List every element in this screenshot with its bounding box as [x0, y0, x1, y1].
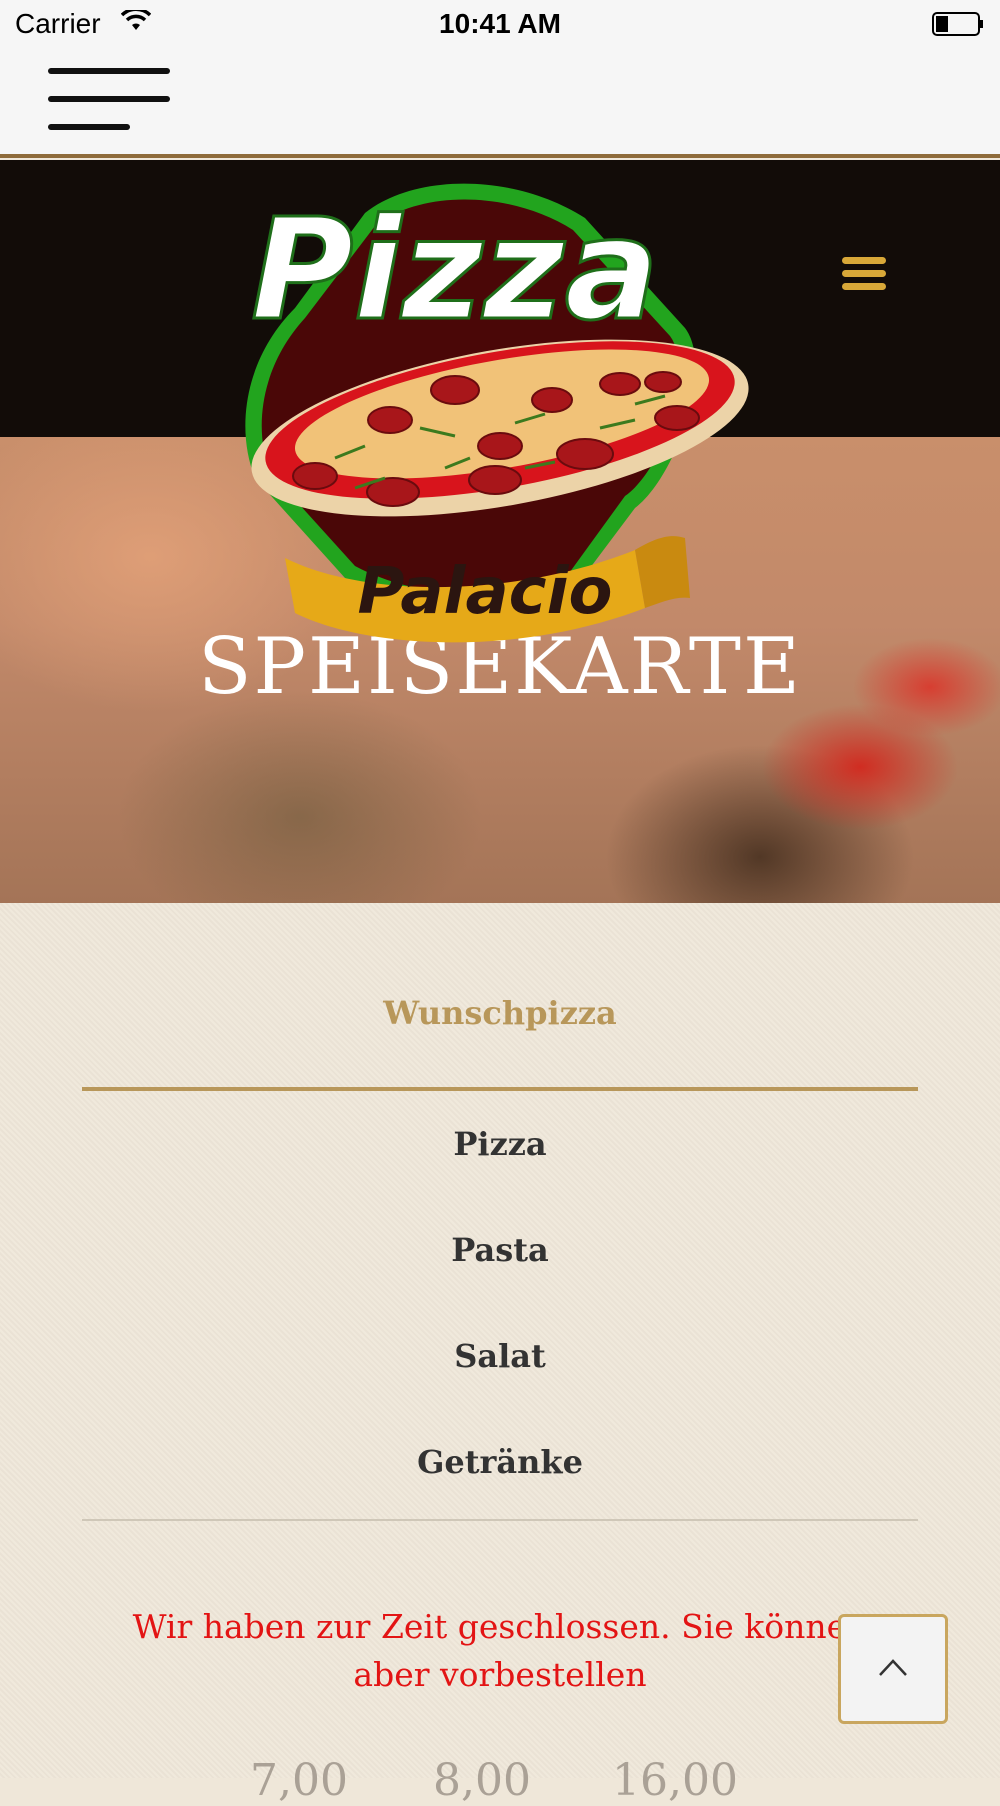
closed-notice: Wir haben zur Zeit geschlossen. Sie könn…	[132, 1607, 868, 1694]
clock: 10:41 AM	[439, 8, 561, 39]
category-pasta[interactable]: Pasta	[82, 1197, 918, 1303]
status-bar: Carrier 10:41 AM	[0, 0, 1000, 52]
chevron-up-icon	[879, 1659, 907, 1676]
battery-icon	[932, 12, 983, 36]
category-pizza[interactable]: Pizza	[82, 1091, 918, 1197]
price: 8,00	[433, 1755, 531, 1806]
hamburger-icon[interactable]	[48, 68, 170, 132]
divider	[82, 1519, 918, 1521]
category-getraenke[interactable]: Getränke	[82, 1409, 918, 1515]
pizza-palacio-logo: Palacio Pizza	[245, 183, 749, 643]
scroll-to-top-button[interactable]	[838, 1614, 948, 1724]
app-bar	[0, 52, 1000, 158]
menu-icon[interactable]	[842, 257, 886, 291]
category-salat[interactable]: Salat	[82, 1303, 918, 1409]
price: 7,00	[250, 1755, 348, 1806]
category-wunschpizza[interactable]: Wunschpizza	[82, 903, 918, 1091]
price: 16,00	[612, 1755, 738, 1806]
logo-title-text: Pizza	[251, 189, 659, 352]
logo-ribbon-text: Palacio	[358, 555, 613, 629]
category-list: Wunschpizza Pizza Pasta Salat Getränke	[82, 903, 918, 1521]
